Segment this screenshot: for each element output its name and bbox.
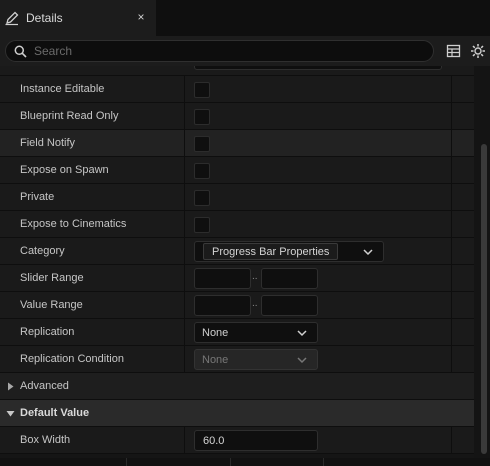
- chevron-right-icon: [8, 382, 14, 391]
- replication-label: Replication: [20, 326, 75, 338]
- column-divider-right: [451, 157, 452, 184]
- category-label: Category: [20, 245, 65, 257]
- range-separator: ..: [252, 298, 258, 309]
- row-box-width: Box Width 60.0: [0, 427, 474, 454]
- column-divider[interactable]: [184, 103, 185, 130]
- chevron-down-icon: [297, 330, 307, 337]
- column-divider-right: [451, 319, 452, 346]
- row-replication-condition: Replication Condition None: [0, 346, 474, 373]
- field-notify-label: Field Notify: [20, 137, 76, 149]
- section-default-value[interactable]: Default Value: [0, 400, 474, 427]
- box-width-value: 60.0: [203, 435, 225, 447]
- row-expose-on-spawn: Expose on Spawn: [0, 157, 474, 184]
- column-divider-right: [451, 292, 452, 319]
- column-divider-right: [451, 211, 452, 238]
- expose-to-cinematics-checkbox[interactable]: [194, 217, 210, 233]
- partial-row: [0, 66, 474, 76]
- tab-details[interactable]: Details ×: [0, 0, 156, 36]
- column-divider[interactable]: [184, 211, 185, 238]
- row-field-notify: Field Notify: [0, 130, 474, 157]
- column-divider-right: [451, 103, 452, 130]
- details-toolbar: [0, 36, 490, 66]
- close-icon[interactable]: ×: [134, 9, 148, 25]
- search-box: [5, 40, 434, 62]
- field-notify-checkbox[interactable]: [194, 136, 210, 152]
- column-divider-right: [451, 427, 452, 454]
- column-divider-right: [451, 238, 452, 265]
- chevron-down-icon: [363, 249, 373, 256]
- search-input[interactable]: [34, 43, 424, 59]
- replication-condition-value: None: [202, 354, 229, 366]
- tab-title: Details: [26, 11, 63, 25]
- section-default-value-label: Default Value: [20, 407, 90, 419]
- table-icon[interactable]: [445, 42, 463, 60]
- strip-divider: [230, 458, 231, 466]
- partial-field[interactable]: [194, 66, 442, 70]
- instance-editable-checkbox[interactable]: [194, 82, 210, 98]
- column-divider[interactable]: [184, 130, 185, 157]
- column-divider[interactable]: [184, 319, 185, 346]
- slider-range-label: Slider Range: [20, 272, 84, 284]
- blueprint-read-only-checkbox[interactable]: [194, 109, 210, 125]
- private-label: Private: [20, 191, 55, 203]
- chevron-down-icon: [6, 411, 15, 417]
- tab-bar: Details ×: [0, 0, 490, 36]
- column-divider[interactable]: [184, 238, 185, 265]
- details-panel: Instance Editable Blueprint Read Only Fi…: [0, 66, 490, 458]
- section-advanced-label: Advanced: [20, 380, 69, 392]
- column-divider[interactable]: [184, 76, 185, 103]
- row-value-range: Value Range ..: [0, 292, 474, 319]
- column-divider-right: [451, 130, 452, 157]
- row-slider-range: Slider Range ..: [0, 265, 474, 292]
- column-divider[interactable]: [184, 157, 185, 184]
- instance-editable-label: Instance Editable: [20, 83, 105, 95]
- column-divider-right: [451, 265, 452, 292]
- row-blueprint-read-only: Blueprint Read Only: [0, 103, 474, 130]
- pencil-icon: [5, 11, 19, 26]
- replication-condition-label: Replication Condition: [20, 353, 124, 365]
- value-range-label: Value Range: [20, 299, 83, 311]
- gear-icon[interactable]: [469, 42, 487, 60]
- section-advanced[interactable]: Advanced: [0, 373, 474, 400]
- box-width-label: Box Width: [20, 434, 71, 446]
- row-private: Private: [0, 184, 474, 211]
- search-icon: [14, 45, 27, 58]
- blueprint-read-only-label: Blueprint Read Only: [20, 110, 119, 122]
- column-divider-right: [451, 76, 452, 103]
- column-divider[interactable]: [184, 292, 185, 319]
- replication-condition-combo: None: [194, 349, 318, 370]
- slider-range-min-field[interactable]: [194, 268, 251, 289]
- column-divider[interactable]: [184, 346, 185, 373]
- range-separator: ..: [252, 271, 258, 282]
- expose-on-spawn-checkbox[interactable]: [194, 163, 210, 179]
- expose-to-cinematics-label: Expose to Cinematics: [20, 218, 127, 230]
- value-range-max-field[interactable]: [261, 295, 318, 316]
- slider-range-max-field[interactable]: [261, 268, 318, 289]
- category-combo[interactable]: Progress Bar Properties: [194, 241, 384, 262]
- column-divider[interactable]: [184, 265, 185, 292]
- expose-on-spawn-label: Expose on Spawn: [20, 164, 109, 176]
- private-checkbox[interactable]: [194, 190, 210, 206]
- strip-divider: [323, 458, 324, 466]
- row-category: Category Progress Bar Properties: [0, 238, 474, 265]
- row-expose-to-cinematics: Expose to Cinematics: [0, 211, 474, 238]
- chevron-down-icon: [297, 357, 307, 364]
- replication-combo[interactable]: None: [194, 322, 318, 343]
- column-divider-right: [451, 346, 452, 373]
- bottom-strip: [0, 458, 490, 466]
- row-instance-editable: Instance Editable: [0, 76, 474, 103]
- category-value[interactable]: Progress Bar Properties: [203, 243, 339, 260]
- box-width-field[interactable]: 60.0: [194, 430, 318, 451]
- strip-divider: [126, 458, 127, 466]
- scrollbar-thumb[interactable]: [481, 144, 487, 454]
- column-divider[interactable]: [184, 184, 185, 211]
- row-replication: Replication None: [0, 319, 474, 346]
- replication-value: None: [202, 327, 229, 339]
- value-range-min-field[interactable]: [194, 295, 251, 316]
- column-divider[interactable]: [184, 427, 185, 454]
- column-divider-right: [451, 184, 452, 211]
